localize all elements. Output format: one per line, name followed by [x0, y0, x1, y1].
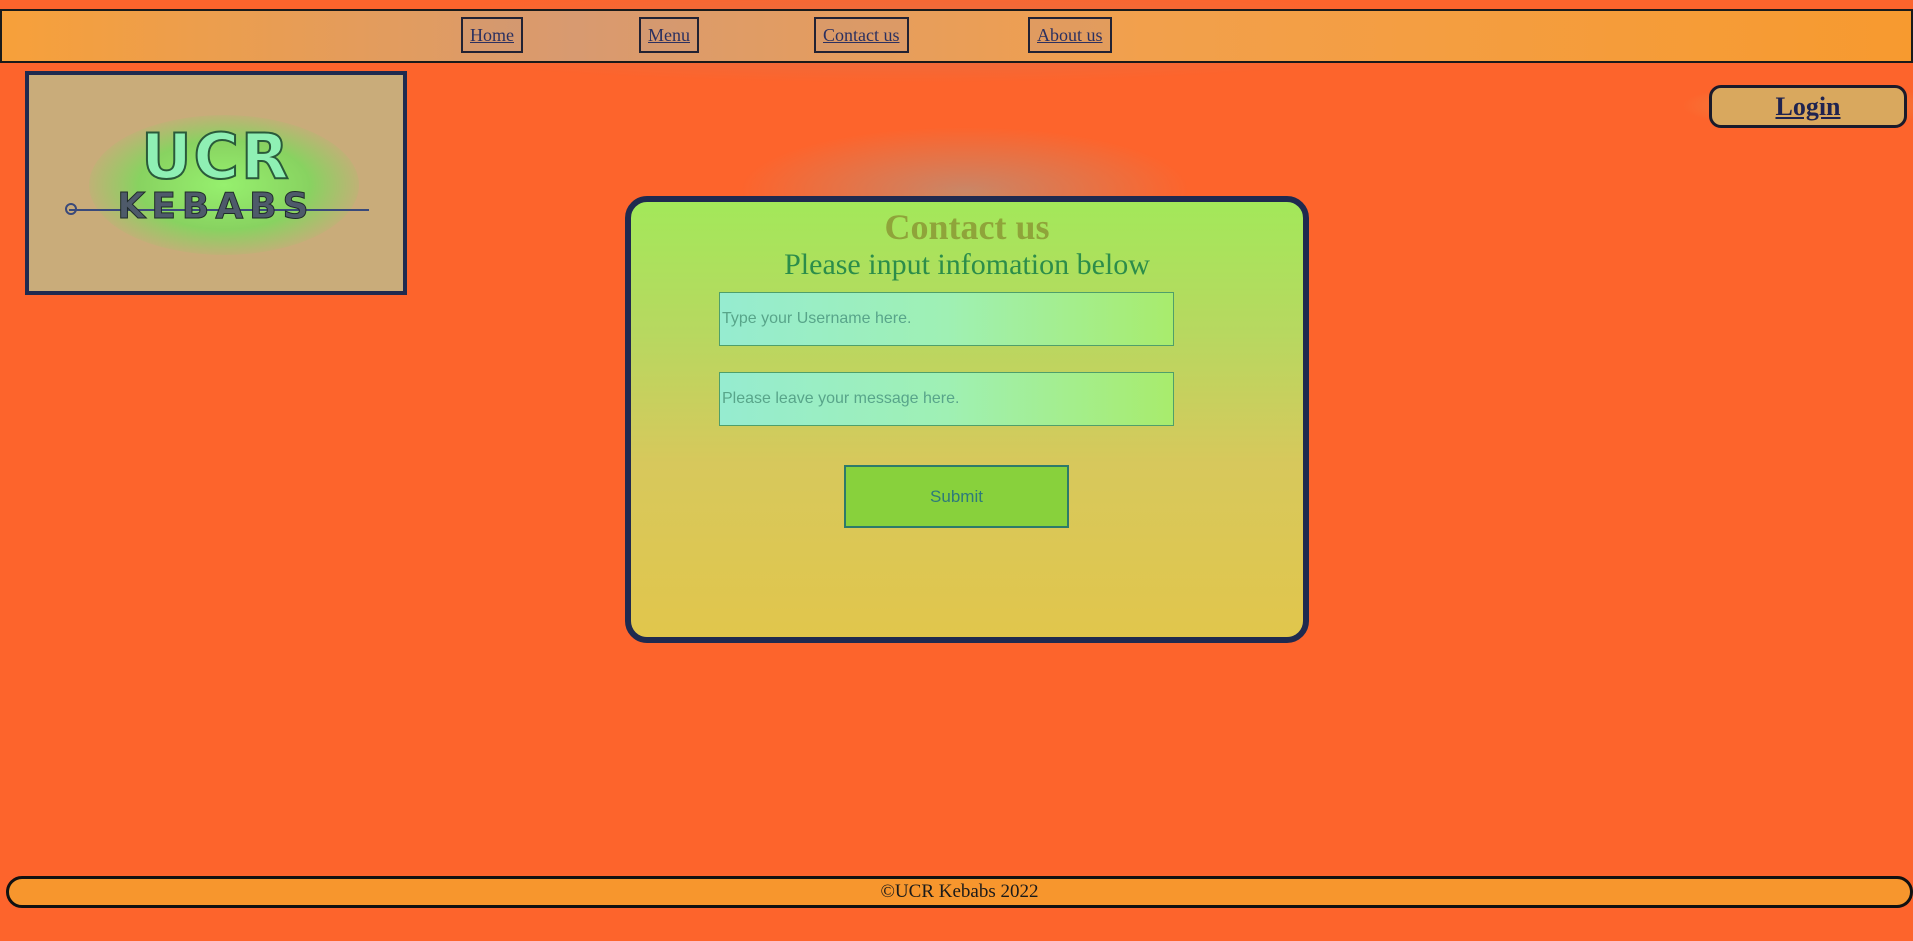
- nav-link-about[interactable]: About us: [1028, 17, 1112, 53]
- message-input[interactable]: [719, 372, 1174, 426]
- footer-copyright: ©UCR Kebabs 2022: [6, 876, 1913, 908]
- nav-link-contact[interactable]: Contact us: [814, 17, 909, 53]
- contact-title: Contact us: [884, 207, 1050, 247]
- nav-link-home[interactable]: Home: [461, 17, 523, 53]
- username-input[interactable]: [719, 292, 1174, 346]
- login-button[interactable]: Login: [1709, 85, 1907, 128]
- logo-text-ucr: UCR: [140, 120, 291, 193]
- nav-link-menu[interactable]: Menu: [639, 17, 699, 53]
- submit-button[interactable]: Submit: [844, 465, 1069, 528]
- top-navbar: Home Menu Contact us About us: [0, 9, 1913, 63]
- contact-form-card: Contact us Please input infomation below…: [625, 196, 1309, 643]
- contact-subtitle: Please input infomation below: [784, 248, 1150, 281]
- site-logo[interactable]: UCR KEBABS: [25, 71, 407, 295]
- logo-text-kebabs: KEBABS: [117, 186, 315, 227]
